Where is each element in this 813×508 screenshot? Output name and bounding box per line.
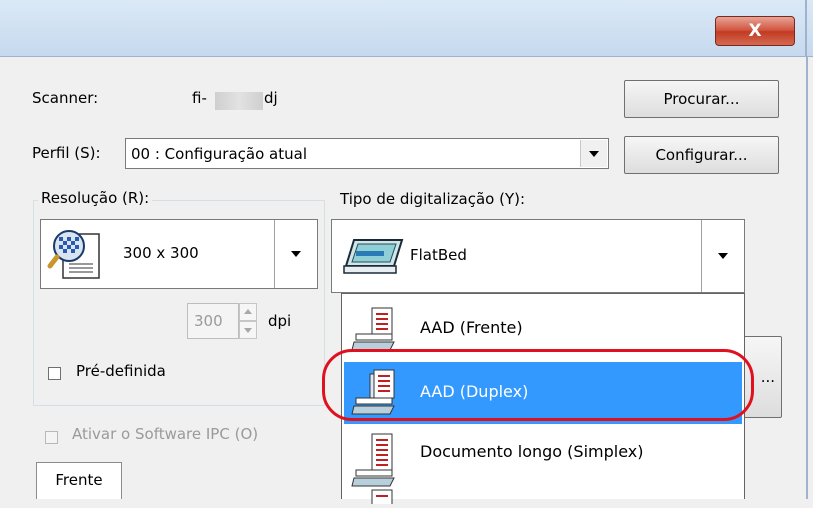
option-label: AAD (Frente) — [420, 318, 523, 337]
preset-label: Pré-definida — [76, 362, 166, 380]
scanner-model-prefix: fi- — [192, 89, 207, 107]
dpi-field[interactable]: 300 — [187, 303, 239, 339]
spin-down-button[interactable] — [239, 321, 257, 339]
chevron-up-icon — [244, 309, 252, 314]
option-label: Documento longo (Simplex) — [420, 442, 644, 461]
redacted-model-number — [215, 92, 263, 110]
preset-checkbox[interactable] — [48, 367, 61, 380]
scan-type-dropdown-arrow[interactable] — [701, 220, 744, 292]
close-icon: X — [748, 21, 762, 41]
resolution-select[interactable]: 300 x 300 — [40, 219, 318, 289]
ipc-checkbox[interactable] — [45, 431, 58, 444]
scan-type-value: FlatBed — [410, 246, 467, 264]
resolution-dropdown-arrow[interactable] — [274, 220, 317, 288]
profile-value: 00 : Configuração atual — [131, 145, 307, 163]
chevron-down-icon — [291, 251, 301, 257]
configure-button[interactable]: Configurar... — [624, 136, 779, 174]
chevron-down-icon — [589, 150, 599, 157]
highlight-annotation — [322, 349, 754, 421]
scan-type-select[interactable]: FlatBed — [331, 219, 745, 293]
dpi-unit: dpi — [268, 312, 292, 330]
close-button[interactable]: X — [715, 16, 795, 46]
spin-up-button[interactable] — [239, 303, 257, 321]
profile-label: Perfil (S): — [32, 144, 101, 162]
flatbed-icon — [342, 236, 404, 276]
profile-dropdown-arrow[interactable] — [580, 140, 607, 167]
long-document-icon — [350, 432, 406, 508]
tab-front[interactable]: Frente — [36, 462, 122, 499]
title-bar: X — [0, 0, 813, 57]
chevron-down-icon — [718, 253, 728, 259]
resolution-icon — [47, 226, 103, 282]
resolution-group-label: Resolução (R): — [38, 189, 153, 207]
ipc-label: Ativar o Software IPC (O) — [72, 425, 259, 443]
dropdown-option-long-document[interactable]: Documento longo (Simplex) — [344, 426, 742, 507]
profile-select[interactable]: 00 : Configuração atual — [125, 138, 609, 169]
scan-type-label: Tipo de digitalização (Y): — [340, 190, 526, 208]
scanner-model-suffix: dj — [264, 89, 278, 107]
window-edge — [805, 0, 807, 56]
scanner-label: Scanner: — [32, 89, 99, 107]
browse-button[interactable]: Procurar... — [624, 80, 779, 118]
resolution-value: 300 x 300 — [123, 244, 199, 262]
dpi-spinner[interactable]: 300 — [187, 303, 257, 339]
chevron-down-icon — [244, 328, 252, 333]
